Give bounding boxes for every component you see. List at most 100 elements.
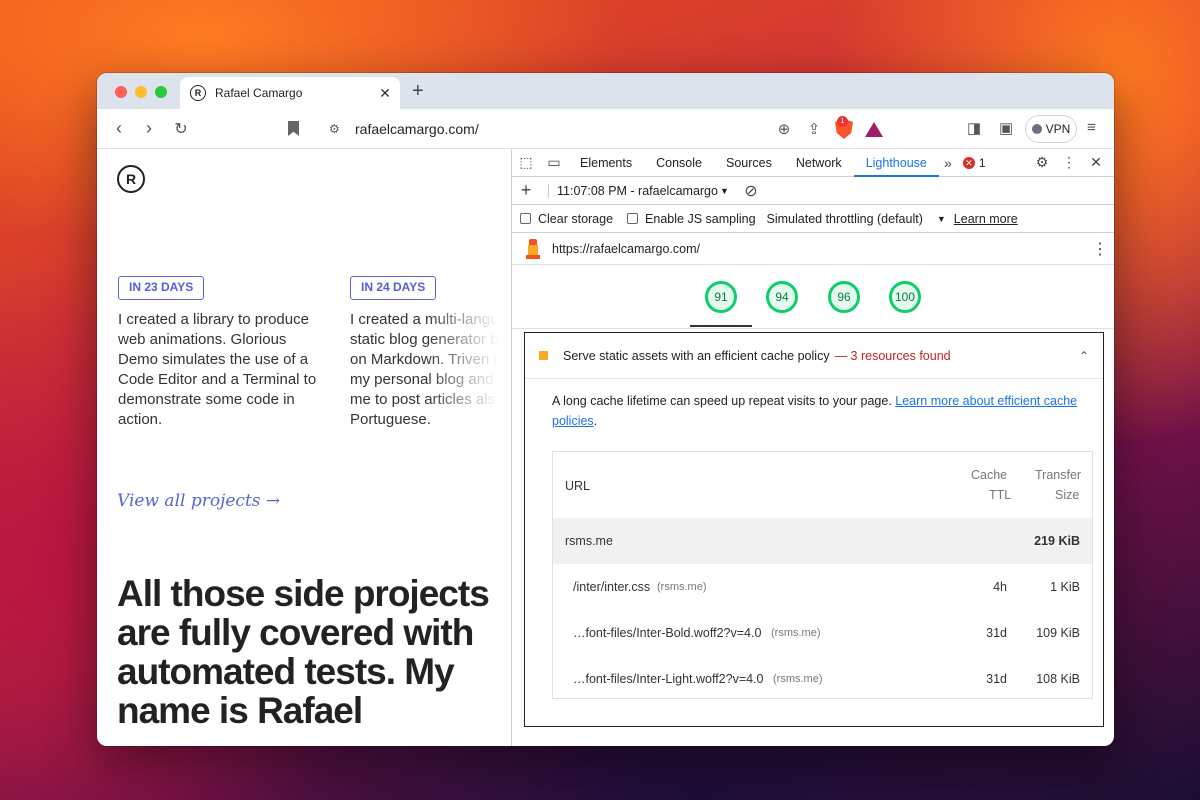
tab-network[interactable]: Network xyxy=(784,149,854,177)
resource-host: (rsms.me) xyxy=(771,627,821,639)
vpn-label: VPN xyxy=(1045,122,1071,136)
resource-host: (rsms.me) xyxy=(773,673,823,685)
resource-url[interactable]: …font-files/Inter-Bold.woff2?v=4.0 xyxy=(573,626,761,640)
score-best-practices[interactable]: 96 xyxy=(828,281,860,313)
wallet-icon[interactable]: ▣ xyxy=(999,119,1013,137)
resource-url[interactable]: …font-files/Inter-Light.woff2?v=4.0 xyxy=(573,672,764,686)
settings-gear-icon[interactable]: ⚙ xyxy=(1028,154,1056,171)
sidebar-icon[interactable]: ◨ xyxy=(967,119,981,137)
back-button[interactable]: ‹ xyxy=(109,118,129,139)
menu-icon[interactable]: ≡ xyxy=(1087,119,1096,136)
tab-close-button[interactable]: ✕ xyxy=(378,85,392,102)
active-score-indicator xyxy=(690,325,752,327)
chevron-up-icon[interactable]: ⌃ xyxy=(1079,349,1089,363)
report-selector[interactable]: 11:07:08 PM - rafaelcamargo xyxy=(548,183,718,198)
table-row: /inter/inter.css (rsms.me) 4h 1 KiB xyxy=(553,564,1092,610)
page-headline: All those side projects are fully covere… xyxy=(117,573,490,731)
report-menu-icon[interactable]: ⋮ xyxy=(1086,239,1114,259)
tab-elements[interactable]: Elements xyxy=(568,149,644,177)
resources-table: URL Cache TTL Transfer Size rsms.me 219 … xyxy=(552,451,1093,699)
inspect-element-icon[interactable]: ⬚ xyxy=(512,154,540,171)
bookmark-icon[interactable] xyxy=(288,121,299,136)
maximize-window-button[interactable] xyxy=(155,86,167,98)
score-accessibility[interactable]: 94 xyxy=(766,281,798,313)
more-tabs-icon[interactable]: » xyxy=(939,155,957,171)
address-bar[interactable]: ⚙ rafaelcamargo.com/ ⊕ ⇪ xyxy=(317,114,893,144)
browser-window: R Rafael Camargo ✕ + ‹ › ↻ ⚙ rafaelcamar… xyxy=(97,73,1114,746)
audit-header[interactable]: Serve static assets with an efficient ca… xyxy=(525,333,1103,379)
table-header: URL Cache TTL Transfer Size xyxy=(553,452,1092,518)
favicon-icon: R xyxy=(190,85,206,101)
table-row: rsms.me 219 KiB xyxy=(553,518,1092,564)
col-transfer-size: Size xyxy=(1055,488,1080,502)
tab-strip: R Rafael Camargo ✕ + xyxy=(97,73,1114,109)
error-count: 1 xyxy=(978,155,986,170)
new-tab-button[interactable]: + xyxy=(412,80,424,103)
js-sampling-label: Enable JS sampling xyxy=(645,211,756,226)
clear-reports-icon[interactable]: ⊘ xyxy=(737,181,765,201)
browser-toolbar: ‹ › ↻ ⚙ rafaelcamargo.com/ ⊕ ⇪ 1 ◨ ▣ VPN… xyxy=(97,109,1114,149)
report-url-row: https://rafaelcamargo.com/ ⋮ xyxy=(512,233,1114,265)
shield-count-badge: 1 xyxy=(837,116,848,127)
score-performance[interactable]: 91 xyxy=(705,281,737,313)
resource-ttl: 31d xyxy=(986,672,1007,686)
col-url: URL xyxy=(565,479,591,493)
resource-host: (rsms.me) xyxy=(657,581,707,593)
tab-lighthouse[interactable]: Lighthouse xyxy=(853,149,939,177)
web-page: R IN 23 DAYS I created a library to prod… xyxy=(97,149,511,746)
scroll-fade xyxy=(427,299,511,439)
tab-console[interactable]: Console xyxy=(644,149,714,177)
kebab-menu-icon[interactable]: ⋮ xyxy=(1055,154,1083,171)
throttling-dropdown-icon[interactable]: ▼ xyxy=(937,214,946,224)
share-icon[interactable]: ⇪ xyxy=(799,120,829,138)
learn-more-link[interactable]: Learn more xyxy=(954,212,1018,226)
device-toolbar-icon[interactable]: ▭ xyxy=(540,154,568,171)
audit-title: Serve static assets with an efficient ca… xyxy=(563,348,830,363)
error-count-badge[interactable]: ✕ 1 xyxy=(962,155,986,170)
group-size: 219 KiB xyxy=(1034,534,1080,548)
lighthouse-report-bar: + 11:07:08 PM - rafaelcamargo ▼ ⊘ xyxy=(512,177,1114,205)
warning-square-icon xyxy=(539,351,548,360)
report-url[interactable]: https://rafaelcamargo.com/ xyxy=(552,242,1086,256)
resource-ttl: 4h xyxy=(993,580,1007,594)
js-sampling-checkbox[interactable] xyxy=(627,213,639,224)
project-badge: IN 24 DAYS xyxy=(350,276,437,300)
brave-rewards-icon[interactable] xyxy=(865,121,883,137)
resource-size: 109 KiB xyxy=(1036,626,1080,640)
browser-tab[interactable]: R Rafael Camargo ✕ xyxy=(180,77,400,109)
zoom-icon[interactable]: ⊕ xyxy=(769,120,799,138)
project-badge: IN 23 DAYS xyxy=(118,276,205,300)
resource-size: 108 KiB xyxy=(1036,672,1080,686)
score-seo[interactable]: 100 xyxy=(889,281,921,313)
resource-ttl: 31d xyxy=(986,626,1007,640)
clear-storage-checkbox[interactable] xyxy=(520,213,531,224)
audit-cache-policy: Serve static assets with an efficient ca… xyxy=(524,332,1104,727)
clear-storage-label: Clear storage xyxy=(538,211,614,226)
vpn-button[interactable]: VPN xyxy=(1025,115,1077,143)
score-gauges: 91 94 96 100 xyxy=(512,265,1114,329)
project-description: I created a library to produce web anima… xyxy=(118,311,317,428)
col-cache-ttl: Cache xyxy=(971,468,1008,482)
vpn-status-icon xyxy=(1031,124,1042,134)
site-logo[interactable]: R xyxy=(117,165,145,193)
col-cache-ttl: TTL xyxy=(989,488,1012,502)
lighthouse-options-bar: Clear storage Enable JS sampling Simulat… xyxy=(512,205,1114,233)
forward-button[interactable]: › xyxy=(139,118,159,139)
devtools-tabbar: ⬚ ▭ Elements Console Sources Network Lig… xyxy=(512,149,1114,177)
reload-button[interactable]: ↻ xyxy=(171,119,191,139)
close-devtools-icon[interactable]: ✕ xyxy=(1082,154,1110,171)
new-report-icon[interactable]: + xyxy=(512,180,540,201)
error-icon: ✕ xyxy=(962,156,975,169)
devtools-panel: ⬚ ▭ Elements Console Sources Network Lig… xyxy=(511,149,1114,746)
site-info-icon[interactable]: ⚙ xyxy=(329,122,345,136)
url-text[interactable]: rafaelcamargo.com/ xyxy=(355,121,769,137)
throttling-label: Simulated throttling (default) xyxy=(766,211,923,226)
tab-sources[interactable]: Sources xyxy=(714,149,784,177)
chevron-down-icon[interactable]: ▼ xyxy=(720,186,729,196)
view-all-projects-link[interactable]: View all projects → xyxy=(117,491,280,511)
minimize-window-button[interactable] xyxy=(135,86,147,98)
close-window-button[interactable] xyxy=(115,86,127,98)
resource-url[interactable]: /inter/inter.css xyxy=(573,580,650,594)
tab-title: Rafael Camargo xyxy=(215,86,303,100)
audit-found-count: — 3 resources found xyxy=(834,348,951,363)
